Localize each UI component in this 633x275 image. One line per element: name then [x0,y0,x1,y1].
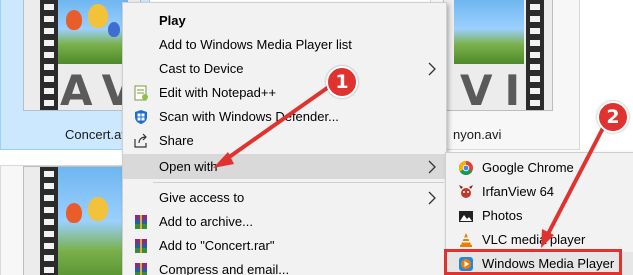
thumbnail-image [58,167,128,275]
menu-item-label: Scan with Windows Defender... [159,109,339,124]
menu-item-label: Add to "Concert.rar" [159,238,275,253]
menu-item-add-to-wmp-list[interactable]: Add to Windows Media Player list [123,33,446,57]
file-tile-canyon[interactable]: VI nyon.avi [430,0,580,150]
film-strip-left [40,167,58,275]
menu-item-label: Add to Windows Media Player list [159,37,352,52]
winrar-icon [135,263,147,275]
context-menu: Play Add to Windows Media Player list Ca… [122,2,447,275]
share-icon [134,133,147,148]
balloon [66,203,82,223]
balloon [66,10,82,30]
file-extension-label: VI [460,66,533,111]
menu-item-open-with[interactable]: Open with [123,154,446,179]
submenu-item-label: Photos [482,208,523,223]
menu-item-cast-to-device[interactable]: Cast to Device [123,57,446,81]
menu-item-add-to-archive[interactable]: Add to archive... [123,210,446,234]
chevron-right-icon [428,62,436,76]
menu-item-label: Give access to [159,190,245,205]
thumbnail-image [58,0,128,64]
menu-item-label: Share [159,133,194,148]
menu-item-label: Play [159,13,186,28]
windows-media-player-highlight [444,249,622,275]
thumbnail-image [454,0,524,64]
windows-defender-shield-icon [135,110,147,124]
balloon [108,22,120,37]
file-name: nyon.avi [453,127,502,142]
menu-item-label: Edit with Notepad++ [159,85,277,100]
file-name: Concert.avi [65,127,131,142]
winrar-icon [135,215,147,229]
menu-item-add-to-concert-rar[interactable]: Add to "Concert.rar" [123,234,446,258]
menu-item-share[interactable]: Share [123,129,446,153]
balloon [88,197,108,221]
menu-separator [153,182,444,183]
menu-item-scan-with-defender[interactable]: Scan with Windows Defender... [123,105,446,129]
notepad-plus-plus-icon [134,85,148,101]
menu-item-compress-and-email[interactable]: Compress and email... [123,258,446,275]
menu-item-edit-with-notepad[interactable]: Edit with Notepad++ [123,81,446,105]
submenu-item-google-chrome[interactable]: Google Chrome [446,156,633,180]
menu-item-label: Add to archive... [159,214,253,229]
film-strip-left [40,0,58,110]
menu-item-label: Open with [159,159,218,174]
submenu-item-label: IrfanView 64 [482,184,555,199]
submenu-item-label: VLC media player [482,232,586,247]
submenu-item-photos[interactable]: Photos [446,204,633,228]
menu-item-give-access-to[interactable]: Give access to [123,186,446,210]
step-1-badge: 1 [326,66,358,98]
menu-item-label: Compress and email... [159,262,290,275]
vlc-icon [460,233,472,247]
photos-icon [459,211,473,222]
chevron-right-icon [428,191,436,205]
submenu-item-irfanview[interactable]: IrfanView 64 [446,180,633,204]
chrome-icon [459,161,473,175]
balloon [88,4,108,28]
chevron-right-icon [428,160,436,174]
video-thumbnail: VI [443,0,553,111]
winrar-icon [135,239,147,253]
menu-item-label: Cast to Device [159,61,244,76]
irfanview-icon [459,185,473,198]
submenu-item-label: Google Chrome [482,160,574,175]
menu-item-play[interactable]: Play [123,9,446,33]
step-2-badge: 2 [597,101,629,133]
